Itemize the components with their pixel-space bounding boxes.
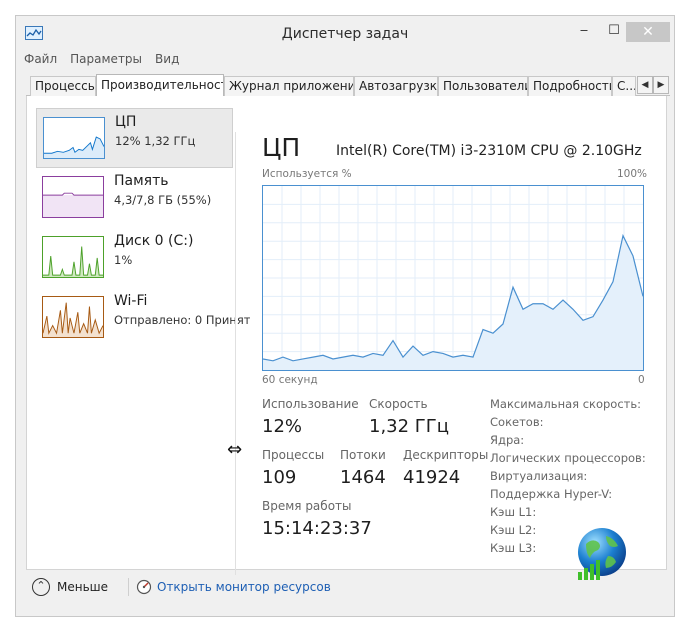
sidebar-item-cpu[interactable]: ЦП 12% 1,32 ГГц — [36, 108, 233, 168]
detail-cores: Ядра: — [490, 433, 525, 447]
detail-cache-l1: Кэш L1: — [490, 505, 537, 519]
graph-zero-label: 0 — [638, 374, 645, 386]
menu-view[interactable]: Вид — [155, 52, 179, 70]
task-manager-window: Диспетчер задач ‒ ☐ ✕ Файл Параметры Вид… — [15, 15, 675, 617]
detail-virtualization: Виртуализация: — [490, 469, 588, 483]
cpu-usage-graph — [262, 185, 644, 371]
detail-logical-processors: Логических процессоров: — [490, 451, 646, 465]
maximize-button[interactable]: ☐ — [604, 21, 624, 43]
detail-cache-l3: Кэш L3: — [490, 541, 537, 555]
handles-label: Дескрипторы — [403, 448, 489, 462]
menu-options[interactable]: Параметры — [70, 52, 142, 70]
processes-value: 109 — [262, 467, 297, 488]
fewer-details-button[interactable]: Меньше — [57, 580, 108, 594]
tab-startup[interactable]: Автозагрузка — [354, 76, 438, 96]
tab-performance[interactable]: Производительность — [96, 74, 224, 97]
processes-label: Процессы — [262, 448, 325, 462]
tab-scroll-right-button[interactable]: ▶ — [653, 76, 669, 94]
resize-cursor-icon: ⇔ — [227, 439, 243, 460]
tab-bar: Процессы Производительность Журнал прило… — [26, 74, 670, 97]
sidebar-item-disk[interactable]: Диск 0 (C:) 1% — [36, 228, 233, 288]
detail-sockets: Сокетов: — [490, 415, 544, 429]
wifi-thumb-graph-icon — [42, 296, 104, 338]
threads-label: Потоки — [340, 448, 386, 462]
detail-cache-l2: Кэш L2: — [490, 523, 537, 537]
detail-hyperv: Поддержка Hyper-V: — [490, 487, 613, 501]
sidebar-cpu-name: ЦП — [115, 114, 137, 130]
menu-file[interactable]: Файл — [24, 52, 57, 70]
tab-app-history[interactable]: Журнал приложений — [224, 76, 354, 96]
footer-bar: ⌃ Меньше Открыть монитор ресурсов — [16, 572, 674, 612]
sidebar-disk-name: Диск 0 (C:) — [114, 233, 194, 249]
speed-label: Скорость — [369, 397, 428, 411]
tab-users[interactable]: Пользователи — [438, 76, 528, 96]
sidebar-wifi-value: Отправлено: 0 Принят — [114, 313, 251, 327]
graph-time-label: 60 секунд — [262, 374, 318, 386]
speed-value: 1,32 ГГц — [369, 416, 450, 437]
detail-max-speed: Максимальная скорость: — [490, 397, 642, 411]
sidebar-memory-value: 4,3/7,8 ГБ (55%) — [114, 193, 212, 207]
uptime-value: 15:14:23:37 — [262, 518, 372, 539]
usage-value: 12% — [262, 416, 303, 437]
close-button[interactable]: ✕ — [626, 22, 670, 42]
usage-label: Использование — [262, 397, 359, 411]
graph-max-label: 100% — [617, 168, 648, 180]
disk-thumb-graph-icon — [42, 236, 104, 278]
cpu-heading: ЦП — [262, 133, 301, 162]
handles-value: 41924 — [403, 467, 461, 488]
open-resource-monitor-link[interactable]: Открыть монитор ресурсов — [157, 580, 331, 594]
sidebar-disk-value: 1% — [114, 253, 133, 267]
sidebar-wifi-name: Wi-Fi — [114, 293, 148, 309]
cpu-usage-chart — [263, 186, 643, 370]
menu-bar: Файл Параметры Вид — [24, 52, 179, 70]
performance-panel: ЦП 12% 1,32 ГГц Память 4,3/7,8 ГБ (55%) … — [26, 96, 667, 580]
sidebar-cpu-value: 12% 1,32 ГГц — [115, 134, 196, 148]
uptime-label: Время работы — [262, 499, 352, 513]
footer-separator — [128, 578, 129, 596]
threads-value: 1464 — [340, 467, 386, 488]
panel-splitter[interactable] — [235, 132, 236, 575]
title-bar[interactable]: Диспетчер задач ‒ ☐ ✕ — [16, 16, 674, 50]
sidebar-item-memory[interactable]: Память 4,3/7,8 ГБ (55%) — [36, 168, 233, 228]
tab-scroll-left-button[interactable]: ◀ — [637, 76, 653, 94]
memory-thumb-graph-icon — [42, 176, 104, 218]
cpu-thumb-graph-icon — [43, 117, 105, 159]
tab-details[interactable]: Подробности — [528, 76, 612, 96]
minimize-button[interactable]: ‒ — [574, 21, 594, 43]
resource-monitor-icon[interactable] — [136, 579, 152, 595]
cpu-model-name: Intel(R) Core(TM) i3-2310M CPU @ 2.10GHz — [336, 143, 642, 159]
sidebar-memory-name: Память — [114, 173, 169, 189]
sidebar-item-wifi[interactable]: Wi-Fi Отправлено: 0 Принят — [36, 288, 250, 348]
collapse-chevron-icon[interactable]: ⌃ — [32, 578, 50, 596]
graph-usage-label: Используется % — [262, 168, 352, 180]
tab-processes[interactable]: Процессы — [30, 76, 96, 96]
tab-services[interactable]: С... — [612, 76, 636, 96]
